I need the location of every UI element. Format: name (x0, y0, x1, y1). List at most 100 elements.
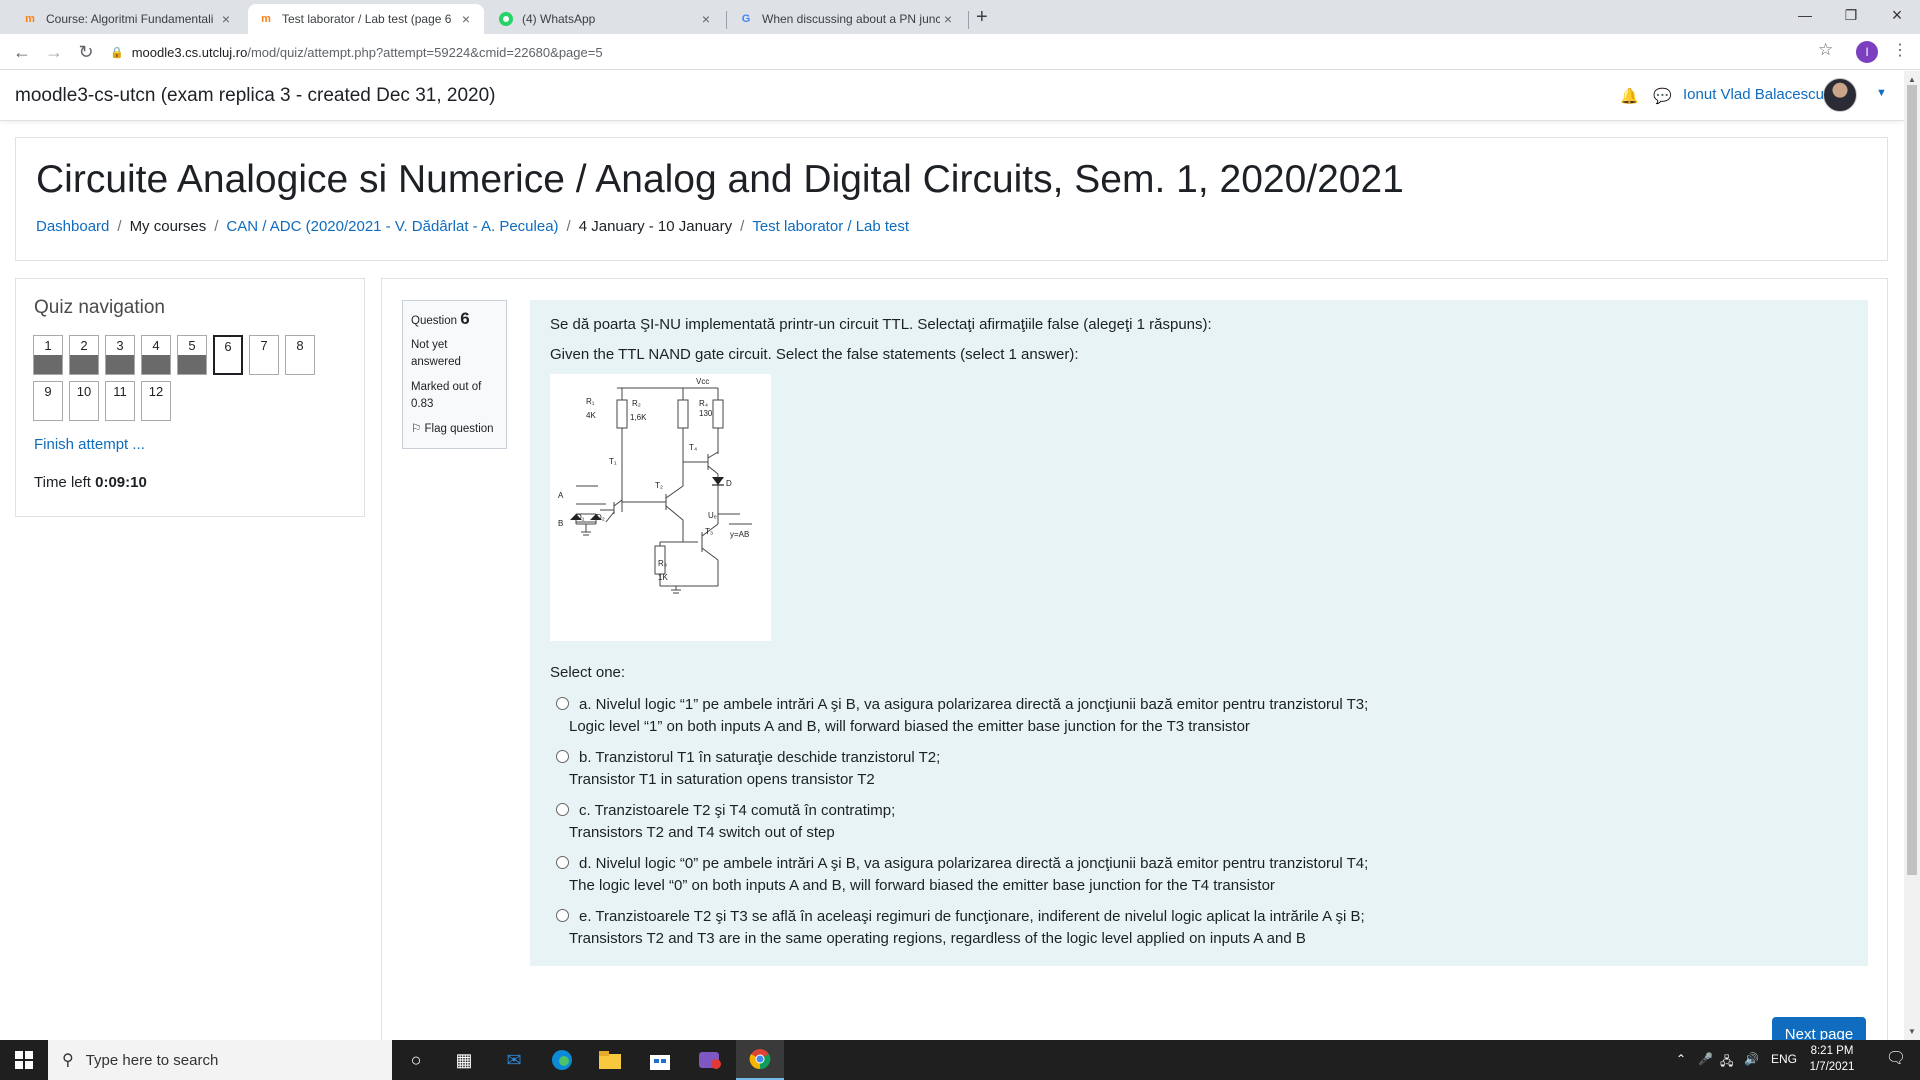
question-text-ro: Se dă poarta ŞI-NU implementată printr-u… (550, 316, 1212, 333)
answer-option-d[interactable]: d. Nivelul logic “0” pe ambele intrări A… (556, 853, 1368, 897)
radio-button[interactable] (556, 909, 569, 922)
search-icon: ⚲ (62, 1052, 74, 1069)
taskbar-clock[interactable]: 8:21 PM 1/7/2021 (1800, 1043, 1864, 1075)
select-one-prompt: Select one: (550, 664, 626, 681)
notification-icon[interactable]: 🗨 (1872, 1048, 1920, 1068)
site-name[interactable]: moodle3-cs-utcn (exam replica 3 - create… (15, 85, 496, 107)
time-left-value: 0:09:10 (95, 474, 147, 491)
question-formulation: Se dă poarta ŞI-NU implementată printr-u… (530, 300, 1868, 966)
whatsapp-icon (498, 11, 514, 27)
r2-value: 1,6K (630, 413, 647, 422)
finish-attempt-link[interactable]: Finish attempt ... (34, 436, 145, 453)
message-icon[interactable]: 💬 (1653, 87, 1672, 105)
scroll-thumb[interactable] (1907, 85, 1917, 875)
reload-icon[interactable]: ↻ (74, 40, 98, 64)
breadcrumb-course[interactable]: CAN / ADC (2020/2021 - V. Dădârlat - A. … (226, 218, 558, 235)
flag-question-button[interactable]: ⚐ Flag question (411, 421, 498, 435)
radio-button[interactable] (556, 803, 569, 816)
close-window-icon[interactable]: × (1874, 0, 1920, 30)
microphone-icon[interactable]: 🎤 (1698, 1052, 1713, 1066)
bookmark-star-icon[interactable]: ☆ (1818, 40, 1833, 60)
answer-option-a[interactable]: a. Nivelul logic “1” pe ambele intrări A… (556, 694, 1368, 738)
minimize-icon[interactable]: — (1782, 0, 1828, 30)
scroll-up-icon[interactable]: ▲ (1908, 75, 1916, 84)
close-tab-icon[interactable]: × (698, 11, 714, 27)
question-region: Question 6 Not yet answered Marked out o… (381, 278, 1888, 1049)
answer-option-c[interactable]: c. Tranzistoarele T2 şi T4 comută în con… (556, 800, 895, 844)
browser-tab[interactable]: (4) WhatsApp × (488, 4, 724, 34)
breadcrumb-week: 4 January - 10 January (578, 218, 733, 235)
quiz-nav-button-3[interactable]: 3 (105, 335, 135, 375)
quiz-nav-button-4[interactable]: 4 (141, 335, 171, 375)
radio-button[interactable] (556, 856, 569, 869)
d2-label: D₂ (596, 513, 605, 522)
close-tab-icon[interactable]: × (458, 11, 474, 27)
photos-app-icon[interactable] (686, 1040, 734, 1080)
page-scrollbar[interactable]: ▲ ▼ (1904, 71, 1920, 1040)
url-field[interactable]: 🔒 moodle3.cs.utcluj.ro/mod/quiz/attempt.… (110, 39, 1830, 65)
browser-menu-icon[interactable]: ⋮ (1892, 40, 1908, 60)
quiz-navigation-heading: Quiz navigation (34, 297, 165, 318)
quiz-nav-button-7[interactable]: 7 (249, 335, 279, 375)
quiz-nav-button-5[interactable]: 5 (177, 335, 207, 375)
breadcrumb-separator: / (566, 218, 571, 235)
windows-start-icon[interactable] (0, 1040, 48, 1080)
page-header: Circuite Analogice si Numerice / Analog … (15, 137, 1888, 261)
store-icon[interactable] (636, 1040, 684, 1080)
user-avatar[interactable] (1823, 78, 1857, 112)
browser-tab-bar: m Course: Algoritmi Fundamentali × m Tes… (0, 0, 1920, 34)
network-icon[interactable]: 🖧 (1720, 1052, 1733, 1073)
site-header: moodle3-cs-utcn (exam replica 3 - create… (0, 71, 1904, 121)
restore-icon[interactable]: ❐ (1828, 0, 1874, 30)
task-view-icon[interactable]: ▦ (440, 1040, 488, 1080)
browser-tab-active[interactable]: m Test laborator / Lab test (page 6 × (248, 4, 484, 34)
browser-tab[interactable]: m Course: Algoritmi Fundamentali × (12, 4, 244, 34)
scroll-down-icon[interactable]: ▼ (1908, 1027, 1916, 1036)
radio-button[interactable] (556, 697, 569, 710)
r3-label: R₃ (658, 559, 667, 568)
answer-option-b[interactable]: b. Tranzistorul T1 în saturaţie deschide… (556, 747, 940, 791)
chrome-icon[interactable] (736, 1040, 784, 1080)
chevron-down-icon[interactable]: ▼ (1876, 87, 1887, 99)
quiz-nav-button-1[interactable]: 1 (33, 335, 63, 375)
question-info: Question 6 Not yet answered Marked out o… (402, 300, 507, 449)
question-grade: Marked out of 0.83 (411, 381, 482, 410)
answer-option-e[interactable]: e. Tranzistoarele T2 şi T3 se află în ac… (556, 906, 1365, 950)
close-tab-icon[interactable]: × (940, 11, 956, 27)
browser-tab[interactable]: G When discussing about a PN junc × (728, 4, 966, 34)
user-menu-name[interactable]: Ionut Vlad Balacescu (1683, 86, 1824, 103)
input-b-label: B (558, 519, 563, 528)
quiz-nav-button-10[interactable]: 10 (69, 381, 99, 421)
tray-chevron-icon[interactable]: ⌃ (1676, 1052, 1686, 1066)
vcc-label: Vcc (696, 377, 709, 386)
lock-icon[interactable]: 🔒 (110, 46, 124, 59)
r1-label: R₁ (586, 397, 595, 406)
r3-value: 1K (658, 573, 668, 582)
radio-button[interactable] (556, 750, 569, 763)
volume-icon[interactable]: 🔊 (1744, 1052, 1759, 1066)
forward-icon[interactable]: → (42, 40, 66, 64)
quiz-nav-button-11[interactable]: 11 (105, 381, 135, 421)
profile-avatar[interactable]: I (1856, 41, 1878, 63)
breadcrumb-quiz[interactable]: Test laborator / Lab test (752, 218, 909, 235)
time-left: Time left 0:09:10 (34, 474, 147, 491)
breadcrumb: Dashboard / My courses / CAN / ADC (2020… (36, 218, 909, 235)
tab-separator (968, 11, 969, 29)
taskbar-search-input[interactable]: ⚲ Type here to search (48, 1040, 392, 1080)
new-tab-icon[interactable]: + (976, 6, 988, 29)
back-icon[interactable]: ← (10, 40, 34, 64)
file-explorer-icon[interactable] (586, 1040, 634, 1080)
mail-icon[interactable]: ✉ (490, 1040, 538, 1080)
close-tab-icon[interactable]: × (218, 11, 234, 27)
cortana-icon[interactable]: ○ (392, 1040, 440, 1080)
quiz-nav-button-6[interactable]: 6 (213, 335, 243, 375)
quiz-nav-button-2[interactable]: 2 (69, 335, 99, 375)
edge-icon[interactable] (538, 1040, 586, 1080)
bell-icon[interactable]: 🔔 (1620, 87, 1639, 105)
quiz-nav-button-8[interactable]: 8 (285, 335, 315, 375)
quiz-nav-button-12[interactable]: 12 (141, 381, 171, 421)
t3-label: T₃ (705, 527, 713, 536)
language-indicator[interactable]: ENG (1771, 1052, 1797, 1066)
breadcrumb-dashboard[interactable]: Dashboard (36, 218, 109, 235)
quiz-nav-button-9[interactable]: 9 (33, 381, 63, 421)
